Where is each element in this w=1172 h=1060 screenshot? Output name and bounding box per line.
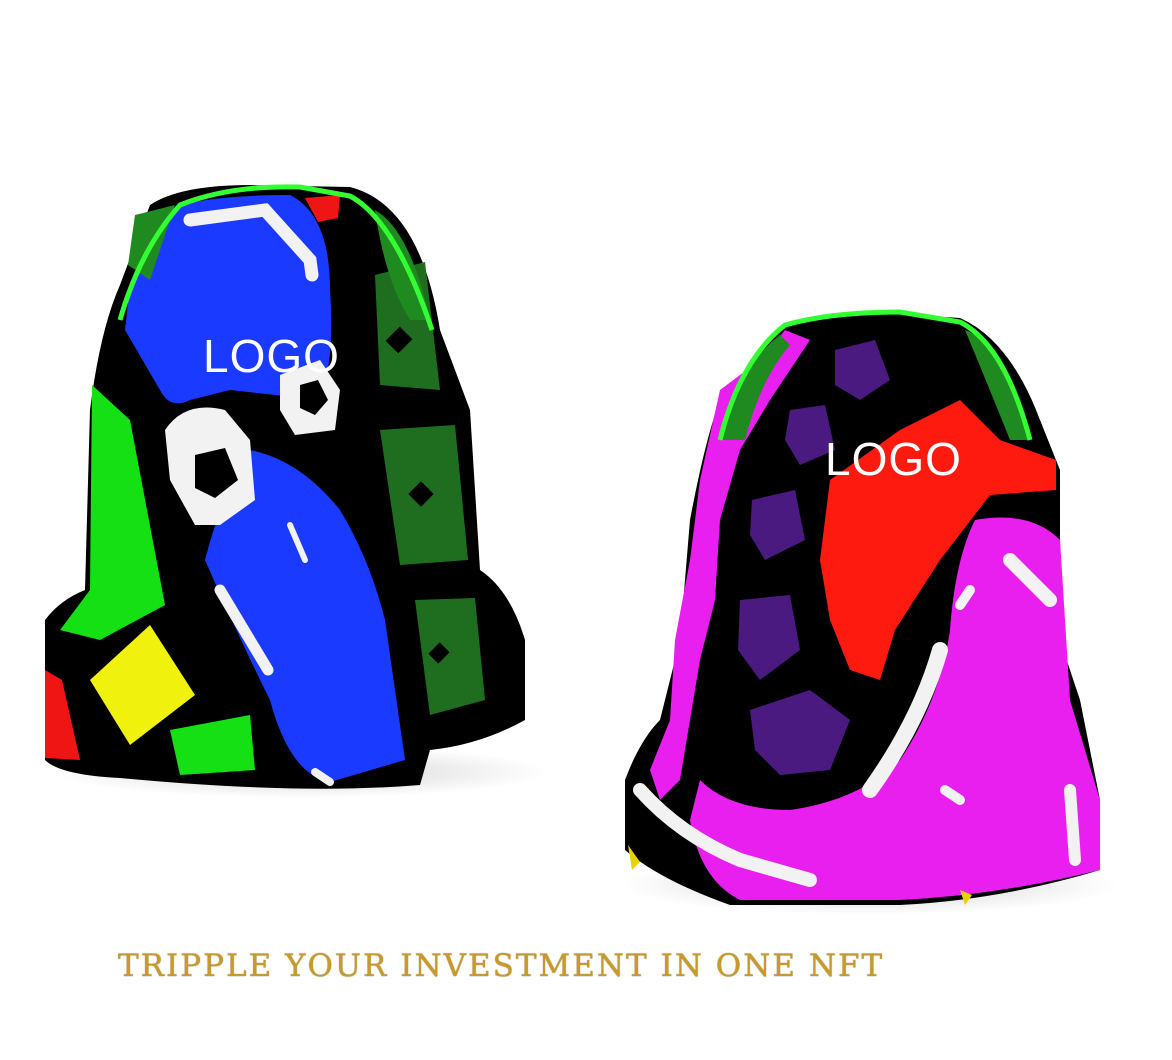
- right-sneaker: [620, 309, 1120, 915]
- product-scene: [45, 184, 1120, 915]
- left-logo-placeholder: LOGO: [203, 330, 340, 382]
- right-logo-placeholder: LOGO: [825, 433, 962, 485]
- promo-tagline: TRIPPLE YOUR INVESTMENT IN ONE NFT: [118, 948, 885, 984]
- left-sneaker: [45, 184, 550, 798]
